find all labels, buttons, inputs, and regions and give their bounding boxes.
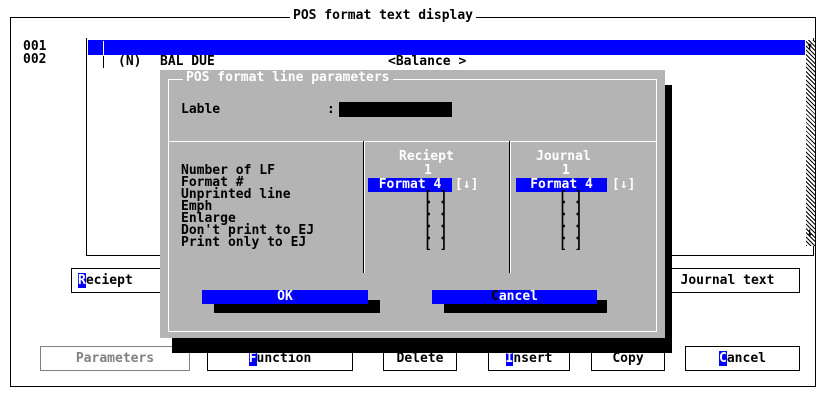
- receipt-format-dropdown-icon[interactable]: [↓]: [455, 178, 478, 192]
- label-input[interactable]: [339, 102, 452, 117]
- selected-row-highlight[interactable]: [88, 40, 805, 55]
- parameters-label: Parameters: [75, 351, 155, 366]
- receipt-lf-value[interactable]: 1: [424, 164, 432, 177]
- dialog-title: POS format line parameters: [183, 70, 393, 86]
- insert-label: nsert: [513, 351, 553, 366]
- list-scrollbar[interactable]: [806, 40, 815, 246]
- delete-label: Delete: [396, 351, 444, 366]
- copy-label: Copy: [612, 351, 644, 366]
- column-divider-1-hl: [364, 141, 365, 273]
- journal-format-dropdown-icon[interactable]: [↓]: [612, 178, 635, 192]
- dialog-cancel-button[interactable]: Cancel: [432, 290, 597, 304]
- hotkey-r: R: [78, 273, 86, 288]
- row-value: <Balance >: [388, 54, 467, 69]
- section-divider: [168, 141, 657, 142]
- dialog-cancel-label: ancel: [498, 289, 538, 304]
- scroll-down-icon[interactable]: ↓: [806, 226, 813, 238]
- row-name: BAL DUE: [160, 54, 215, 69]
- label-caption: Lable: [181, 102, 221, 117]
- row-tag: (N): [118, 54, 142, 69]
- function-label: unction: [256, 351, 312, 366]
- param-print-only-ej: Print only to EJ: [181, 235, 307, 250]
- line-number-2: 002: [23, 52, 47, 67]
- receipt-print-only-ej-checkbox[interactable]: [ ]: [424, 238, 447, 251]
- journal-text-button[interactable]: Journal text: [655, 268, 800, 293]
- dialog-hotkey-c: C: [491, 289, 499, 304]
- scroll-up-icon[interactable]: ↑: [806, 40, 813, 52]
- cancel-label: ancel: [726, 351, 766, 366]
- label-colon: :: [327, 102, 335, 117]
- window-title: POS format text display: [290, 8, 477, 24]
- receipt-column-header: Reciept: [399, 149, 454, 164]
- receipt-button-label: eciept: [85, 273, 133, 288]
- journal-print-only-ej-checkbox[interactable]: [ ]: [559, 238, 582, 251]
- journal-lf-value[interactable]: 1: [562, 164, 570, 177]
- receipt-text-button[interactable]: Reciept: [71, 268, 171, 293]
- cancel-button[interactable]: Cancel: [685, 346, 800, 371]
- column-divider-2-hl: [510, 141, 511, 273]
- row-separator: [103, 56, 104, 68]
- row-cursor: [103, 41, 104, 55]
- ok-button[interactable]: OK: [202, 290, 368, 304]
- journal-button-label: Journal text: [680, 273, 775, 288]
- hotkey-c: C: [719, 351, 727, 366]
- journal-column-header: Journal: [536, 149, 591, 164]
- parameters-button[interactable]: Parameters: [40, 346, 190, 371]
- hotkey-f: F: [248, 351, 257, 366]
